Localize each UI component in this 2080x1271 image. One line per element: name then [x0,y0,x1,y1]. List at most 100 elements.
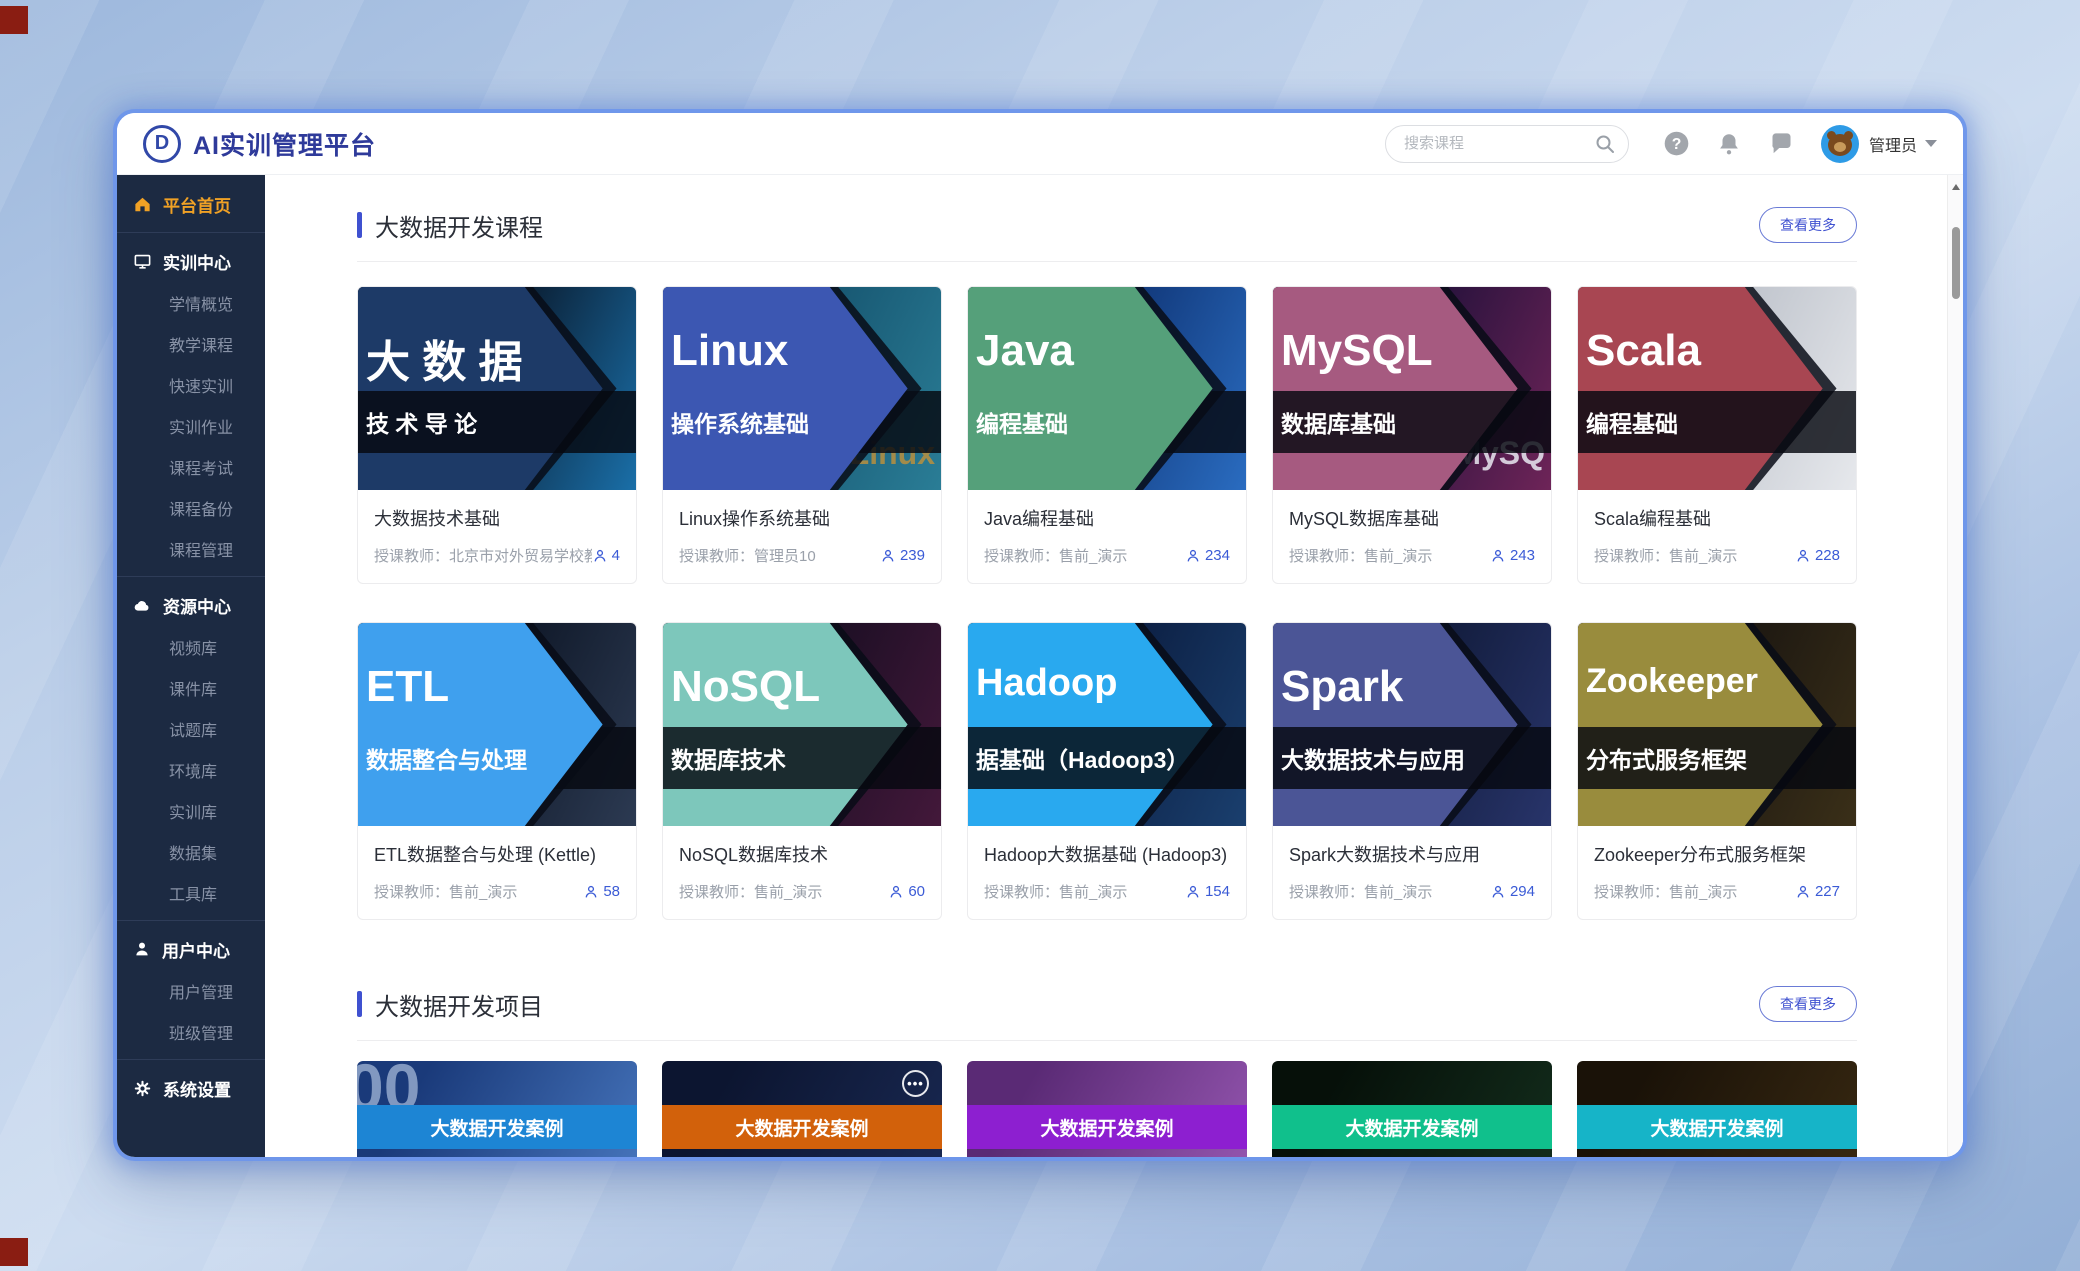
cover-title: Scala [1586,326,1701,376]
sidebar-item[interactable]: 用户管理 [117,970,265,1011]
cover-arrow-shape [968,623,1246,826]
divider [117,232,265,233]
sidebar-item[interactable]: 工具库 [117,872,265,913]
cover-title: Hadoop [976,662,1117,705]
course-card[interactable]: Scala 编程基础 Scala编程基础 授课教师：售前_演示 228 [1577,286,1857,584]
cover-subtitle: 数据库技术 [671,727,786,790]
course-teacher: 授课教师：管理员10 [679,545,880,566]
user-avatar[interactable] [1821,125,1859,163]
cover-arrow-shape [358,623,636,826]
course-card[interactable]: Hadoop 据基础（Hadoop3） Hadoop大数据基础 (Hadoop3… [967,622,1247,920]
home-icon [133,195,152,214]
course-card[interactable]: MySQ MySQL 数据库基础 MySQL数据库基础 授课教师：售前_演示 2… [1272,286,1552,584]
sidebar-item[interactable]: 环境库 [117,749,265,790]
sidebar-item-label: 学情概览 [169,291,233,315]
course-count-number: 294 [1510,883,1535,900]
sidebar-item[interactable]: 系统设置 [117,1067,265,1109]
view-more-button[interactable]: 查看更多 [1759,986,1857,1022]
course-student-count: 243 [1490,547,1535,564]
gear-icon [133,1079,152,1098]
course-student-count: 228 [1795,547,1840,564]
sidebar-item[interactable]: 课程备份 [117,487,265,528]
course-cover-image: Spark 大数据技术与应用 [1273,623,1551,826]
sidebar-item[interactable]: 实训库 [117,790,265,831]
course-student-count: 4 [592,547,620,564]
sidebar-item[interactable]: 班级管理 [117,1011,265,1052]
course-count-number: 60 [908,883,925,900]
course-card[interactable]: NoSQL 数据库技术 NoSQL数据库技术 授课教师：售前_演示 60 [662,622,942,920]
project-card[interactable]: ••• 大数据开发案例 [967,1061,1247,1157]
sidebar-item-label: 课程考试 [169,455,233,479]
sidebar-item[interactable]: 学情概览 [117,282,265,323]
notification-bell-icon[interactable] [1716,131,1742,157]
section-accent-bar [357,212,362,238]
course-card[interactable]: ETL 数据整合与处理 ETL数据整合与处理 (Kettle) 授课教师：售前_… [357,622,637,920]
course-card[interactable]: Spark 大数据技术与应用 Spark大数据技术与应用 授课教师：售前_演示 … [1272,622,1552,920]
sidebar-item-label: 用户中心 [162,937,230,962]
project-card[interactable]: ••• 大数据开发案例 [1272,1061,1552,1157]
sidebar-item[interactable]: 实训作业 [117,405,265,446]
sidebar-item[interactable]: 快速实训 [117,364,265,405]
search-icon[interactable] [1593,132,1617,156]
scrollbar-up-arrow-icon[interactable] [1952,184,1960,190]
user-name[interactable]: 管理员 [1869,132,1917,156]
sidebar-item[interactable]: 数据集 [117,831,265,872]
course-student-count: 294 [1490,883,1535,900]
sidebar-item-label: 实训中心 [163,249,231,274]
cover-subtitle: 数据整合与处理 [366,727,527,790]
search-box[interactable] [1385,125,1629,163]
course-title: Java编程基础 [984,505,1230,531]
person-icon [1185,548,1201,564]
course-card[interactable]: Zookeeper 分布式服务框架 Zookeeper分布式服务框架 授课教师：… [1577,622,1857,920]
person-icon [1185,884,1201,900]
sidebar-item-label: 用户管理 [169,979,233,1003]
sidebar-item[interactable]: 资源中心 [117,584,265,626]
project-card[interactable]: ••• 大数据开发案例 [1577,1061,1857,1157]
view-more-button[interactable]: 查看更多 [1759,207,1857,243]
sidebar-item-label: 课程备份 [169,496,233,520]
sidebar-item[interactable]: 试题库 [117,708,265,749]
sidebar-item[interactable]: 实训中心 [117,240,265,282]
cover-title: Zookeeper [1586,662,1758,701]
course-card[interactable]: Java 编程基础 Java编程基础 授课教师：售前_演示 234 [967,286,1247,584]
project-banner: 大数据开发案例 [1272,1105,1552,1149]
sidebar-item-label: 试题库 [169,717,217,741]
sidebar-item[interactable]: 教学课程 [117,323,265,364]
sidebar-item-label: 视频库 [169,635,217,659]
cover-subtitle: 大数据技术与应用 [1281,727,1465,790]
sidebar-item[interactable]: 课件库 [117,667,265,708]
monitor-icon [133,252,152,271]
user-icon [133,940,151,958]
sidebar-item[interactable]: 视频库 [117,626,265,667]
cover-title: Linux [671,326,788,376]
course-title: ETL数据整合与处理 (Kettle) [374,841,620,867]
sidebar-item-label: 课程管理 [169,537,233,561]
cover-title: Spark [1281,662,1403,712]
message-bubble-icon[interactable] [1768,130,1795,157]
course-cover-image: NoSQL 数据库技术 [663,623,941,826]
project-card[interactable]: 00 ••• 大数据开发案例 [357,1061,637,1157]
course-student-count: 154 [1185,883,1230,900]
course-student-count: 239 [880,547,925,564]
sidebar-item[interactable]: 用户中心 [117,928,265,970]
help-icon[interactable]: ? [1663,130,1690,157]
course-card[interactable]: Linux Linux 操作系统基础 Linux操作系统基础 授课教师：管理员1… [662,286,942,584]
person-icon [1795,884,1811,900]
divider [117,920,265,921]
sidebar-item-label: 实训库 [169,799,217,823]
scrollbar-thumb[interactable] [1952,227,1960,299]
course-title: NoSQL数据库技术 [679,841,925,867]
sidebar-item[interactable]: 平台首页 [117,183,265,225]
scrollbar[interactable] [1947,175,1963,1157]
screen-corner-mark [0,1238,28,1266]
sidebar-item[interactable]: 课程考试 [117,446,265,487]
cover-subtitle: 编程基础 [976,391,1068,454]
course-title: Hadoop大数据基础 (Hadoop3) [984,841,1230,867]
chevron-down-icon[interactable] [1925,140,1937,147]
course-teacher: 授课教师：售前_演示 [1594,881,1795,902]
project-card[interactable]: ••• 大数据开发案例 [662,1061,942,1157]
sidebar-collapse-handle[interactable] [265,237,279,259]
course-card[interactable]: 大 数 据 技 术 导 论 大数据技术基础 授课教师：北京市对外贸易学校教...… [357,286,637,584]
section-title: 大数据开发课程 [375,208,543,243]
sidebar-item[interactable]: 课程管理 [117,528,265,569]
